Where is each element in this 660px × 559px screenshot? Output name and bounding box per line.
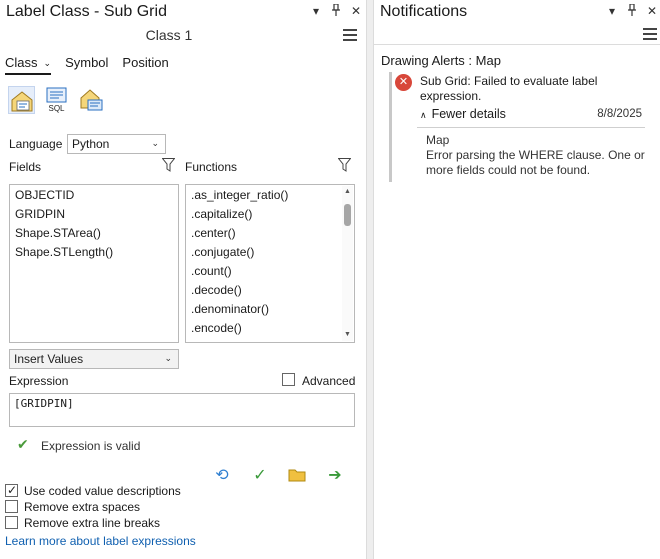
language-select[interactable]: Python ⌄ [67, 134, 166, 154]
learn-more-link[interactable]: Learn more about label expressions [5, 534, 196, 548]
expression-input[interactable]: [GRIDPIN] [9, 393, 355, 427]
language-label: Language [9, 137, 63, 151]
notifications-pane: Notifications ▾ ✕ Drawing Alerts : Map ✕… [374, 0, 660, 559]
label-class-pane: Label Class - Sub Grid ▾ ✕ Class 1 Class… [0, 0, 366, 559]
fields-label: Fields [9, 160, 42, 174]
list-item[interactable]: .count() [186, 262, 354, 281]
advanced-label: Advanced [302, 374, 356, 388]
validity-status: Expression is valid [41, 439, 141, 453]
functions-label: Functions [185, 160, 238, 174]
coded-values-checkbox[interactable] [5, 483, 18, 497]
menu-icon[interactable] [643, 28, 657, 40]
menu-icon[interactable] [343, 29, 357, 41]
remove-spaces-label: Remove extra spaces [24, 500, 141, 514]
filter-icon[interactable] [337, 158, 352, 172]
list-item[interactable]: .center() [186, 224, 354, 243]
list-item[interactable]: .as_integer_ratio() [186, 186, 354, 205]
insert-values-label: Insert Values [14, 352, 84, 366]
fields-list[interactable]: OBJECTID GRIDPIN Shape.STArea() Shape.ST… [9, 184, 179, 343]
mode-icon-group: SQL [8, 86, 105, 114]
list-item[interactable]: Shape.STLength() [10, 243, 178, 262]
expression-label: Expression [9, 374, 69, 388]
fewer-details-toggle[interactable]: ∧ Fewer details [420, 107, 506, 121]
class-title: Class 1 [145, 27, 193, 43]
sql-icon-text: SQL [48, 104, 65, 113]
scroll-down-icon[interactable]: ▼ [342, 329, 353, 341]
reset-icon[interactable]: ⟲ [213, 467, 231, 485]
list-item[interactable]: OBJECTID [10, 186, 178, 205]
chevron-down-icon[interactable]: ▾ [606, 4, 618, 18]
scroll-up-icon[interactable]: ▲ [342, 186, 353, 198]
filter-icon[interactable] [161, 158, 176, 172]
list-item[interactable]: .capitalize() [186, 205, 354, 224]
list-item[interactable]: .decode() [186, 281, 354, 300]
scroll-thumb[interactable] [344, 204, 351, 226]
tab-class[interactable]: Class ⌄ [5, 55, 52, 75]
remove-spaces-checkbox[interactable] [5, 500, 18, 513]
pane-title: Label Class - Sub Grid [6, 3, 167, 20]
list-item[interactable]: Shape.STArea() [10, 224, 178, 243]
header-divider [374, 44, 660, 45]
sql-query-icon[interactable]: SQL [43, 86, 70, 114]
alert-group-title: Drawing Alerts : Map [381, 53, 501, 68]
tab-strip: Class ⌄ Symbol Position [5, 55, 169, 75]
list-item[interactable]: GRIDPIN [10, 205, 178, 224]
notifications-window-controls: ▾ ✕ [606, 3, 658, 18]
functions-list[interactable]: .as_integer_ratio() .capitalize() .cente… [185, 184, 355, 343]
label-placement-icon[interactable] [78, 86, 105, 114]
pin-icon[interactable] [330, 3, 342, 18]
list-item[interactable]: .conjugate() [186, 243, 354, 262]
list-item[interactable]: .denominator() [186, 300, 354, 319]
tab-position[interactable]: Position [122, 55, 168, 75]
chevron-up-icon: ∧ [420, 110, 427, 120]
insert-values-select[interactable]: Insert Values ⌄ [9, 349, 179, 369]
pin-icon[interactable] [626, 3, 638, 18]
chevron-down-icon[interactable]: ▾ [310, 4, 322, 18]
list-item[interactable]: .encode() [186, 319, 354, 338]
language-value: Python [72, 137, 110, 151]
chevron-down-icon: ⌄ [164, 353, 172, 363]
alert-bar [389, 72, 392, 182]
functions-scrollbar[interactable]: ▲ ▼ [342, 186, 353, 341]
close-icon[interactable]: ✕ [350, 4, 362, 18]
alert-details: Map Error parsing the WHERE clause. One … [426, 133, 646, 178]
alert-message: Sub Grid: Failed to evaluate label expre… [420, 74, 598, 103]
advanced-checkbox[interactable] [282, 373, 295, 386]
label-class-icon[interactable] [8, 86, 35, 114]
alert-date: 8/8/2025 [597, 108, 642, 120]
detail-message: Error parsing the WHERE clause. One or m… [426, 148, 645, 177]
folder-icon[interactable] [288, 467, 306, 485]
checkmark-icon: ✔ [17, 436, 29, 452]
tab-symbol[interactable]: Symbol [65, 55, 108, 75]
close-icon[interactable]: ✕ [646, 4, 658, 18]
detail-source: Map [426, 133, 450, 147]
notifications-title: Notifications [380, 3, 468, 20]
chevron-down-icon: ⌄ [151, 138, 159, 148]
remove-line-breaks-label: Remove extra line breaks [24, 516, 161, 530]
chevron-down-icon: ⌄ [43, 58, 52, 68]
verify-icon[interactable]: ✓ [251, 467, 269, 485]
pane-window-controls: ▾ ✕ [310, 3, 362, 18]
details-divider [417, 127, 645, 128]
apply-arrow-icon[interactable]: ➔ [326, 467, 344, 485]
remove-line-breaks-checkbox[interactable] [5, 516, 18, 529]
error-icon: ✕ [395, 74, 412, 91]
coded-values-label: Use coded value descriptions [24, 484, 181, 498]
pane-splitter[interactable] [366, 0, 374, 559]
